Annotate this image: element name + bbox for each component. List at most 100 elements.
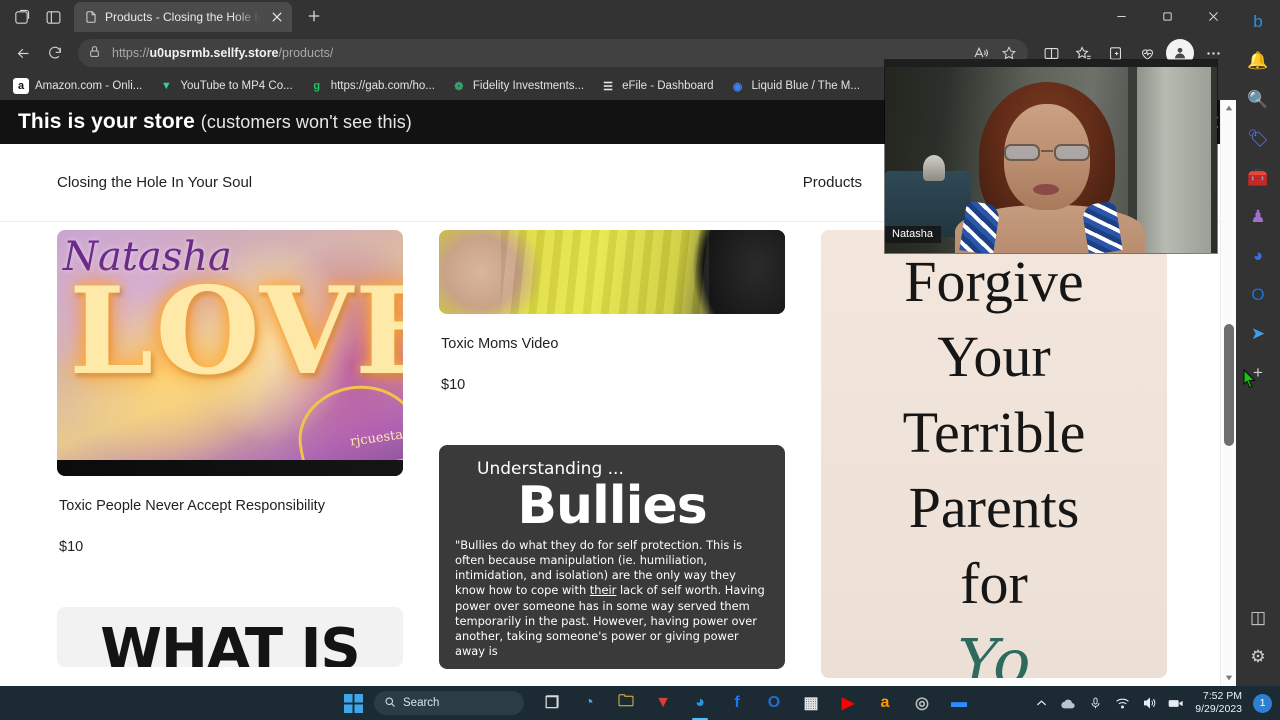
volume-icon[interactable] (1141, 695, 1157, 711)
notification-badge[interactable]: 1 (1253, 693, 1272, 713)
banner-message: This is your store (customers won't see … (18, 110, 412, 134)
edge-icon[interactable]: ◕ (686, 689, 714, 720)
tab-close-icon[interactable] (268, 8, 286, 26)
forgive-script-line: Yo (957, 624, 1031, 678)
product-title[interactable]: Toxic Moms Video (441, 336, 785, 352)
webcam-overlay[interactable]: Natasha (885, 60, 1217, 253)
microphone-icon[interactable] (1087, 695, 1103, 711)
office-icon[interactable]: ◕ (1242, 240, 1274, 272)
banner-bold-text: This is your store (18, 110, 195, 133)
product-card-image[interactable]: WHAT IS (57, 607, 403, 667)
bookmark-label: https://gab.com/ho... (330, 80, 435, 92)
reload-button[interactable] (40, 38, 70, 68)
back-button[interactable] (8, 38, 38, 68)
zoom-icon[interactable]: ▬ (945, 689, 973, 717)
settings-gear-icon[interactable]: ⚙ (1242, 641, 1274, 673)
close-window-button[interactable] (1190, 0, 1236, 32)
webcam-door (1135, 60, 1211, 253)
product-column-1: Natasha LOVE rjcuesta Toxic People Never… (57, 230, 403, 678)
artwork-bottom-bar (57, 460, 403, 476)
notifications-bell-icon[interactable]: 🔔 (1242, 45, 1274, 77)
document-icon: ☰ (603, 80, 614, 93)
bookmark-item[interactable]: ❁ Fidelity Investments... (444, 75, 591, 97)
search-icon[interactable]: 🔍 (1242, 84, 1274, 116)
bookmark-label: eFile - Dashboard (622, 80, 714, 92)
gab-icon: g (313, 80, 321, 92)
mouse-cursor (1243, 368, 1256, 389)
scroll-up-arrow[interactable] (1221, 100, 1236, 116)
bookmark-item[interactable]: ▼ YouTube to MP4 Co... (151, 75, 299, 97)
product-card-image[interactable]: Forgive Your Terrible Parents for Yo (821, 230, 1167, 678)
microsoft-store-icon[interactable]: ▦ (797, 689, 825, 717)
new-tab-button[interactable] (300, 2, 328, 30)
games-icon[interactable]: ♟ (1242, 201, 1274, 233)
product-grid: Natasha LOVE rjcuesta Toxic People Never… (0, 222, 1236, 678)
forgive-line: for (960, 550, 1028, 616)
webcam-participant-name: Natasha (885, 226, 941, 243)
forgive-line: Parents (908, 475, 1080, 541)
lock-icon (88, 45, 104, 61)
screen: Products - Closing the Hole In Yo (0, 0, 1280, 720)
product-card-image[interactable] (439, 230, 785, 314)
page-scrollbar[interactable] (1220, 100, 1236, 686)
start-button[interactable] (340, 690, 366, 716)
tools-icon[interactable]: 🧰 (1242, 162, 1274, 194)
scrollbar-thumb[interactable] (1224, 324, 1234, 446)
search-icon (384, 696, 396, 711)
outlook-icon[interactable]: O (1242, 279, 1274, 311)
task-view-icon[interactable]: ❐ (538, 689, 566, 717)
page-icon (84, 10, 98, 24)
file-explorer-icon[interactable]: 🗀 (612, 689, 640, 717)
whatis-poster-artwork: WHAT IS (57, 607, 403, 667)
fidelity-icon: ❁ (454, 80, 464, 93)
webcam-top-strip (885, 60, 1217, 67)
liquid-blue-icon: ◉ (732, 80, 743, 93)
minimize-button[interactable] (1098, 0, 1144, 32)
camera-icon[interactable]: ◎ (908, 689, 936, 717)
maximize-button[interactable] (1144, 0, 1190, 32)
bookmark-item[interactable]: ☰ eFile - Dashboard (593, 75, 720, 97)
tab-search-icon[interactable] (38, 3, 68, 31)
scroll-down-arrow[interactable] (1221, 670, 1236, 686)
bookmark-item[interactable]: g https://gab.com/ho... (302, 75, 442, 97)
amazon-icon[interactable]: a (871, 689, 899, 717)
bookmark-item[interactable]: ◉ Liquid Blue / The M... (723, 75, 867, 97)
camera-in-use-icon[interactable] (1168, 695, 1184, 711)
chevron-down-icon: ▼ (160, 80, 172, 92)
copilot-icon[interactable]: b (1242, 6, 1274, 38)
tray-chevron-icon[interactable] (1033, 695, 1049, 711)
webcam-person-mouth (1033, 184, 1059, 195)
browser-tab[interactable]: Products - Closing the Hole In Yo (74, 2, 292, 32)
bookmark-label: Fidelity Investments... (472, 80, 585, 92)
taskbar-search[interactable]: Search (374, 691, 524, 715)
youtube-icon[interactable]: ▶ (834, 689, 862, 717)
onedrive-icon[interactable] (1060, 695, 1076, 711)
outlook-icon[interactable]: O (760, 689, 788, 717)
glasses-icon (1003, 144, 1091, 161)
edge-sidebar-bottom: ◫ ⚙ (1236, 602, 1280, 680)
taskbar-clock[interactable]: 7:52 PM 9/29/2023 (1195, 690, 1242, 716)
product-card-image[interactable]: Understanding ... Bullies "Bullies do wh… (439, 445, 785, 669)
brave-icon[interactable]: ▼ (649, 689, 677, 717)
wifi-icon[interactable] (1114, 695, 1130, 711)
bookmark-item[interactable]: a Amazon.com - Onli... (6, 75, 149, 97)
clock-date: 9/29/2023 (1195, 703, 1242, 715)
sidebar-toggle-icon[interactable]: ◫ (1242, 602, 1274, 634)
store-name[interactable]: Closing the Hole In Your Soul (57, 174, 252, 191)
tab-strip: Products - Closing the Hole In Yo (0, 0, 1236, 34)
clock-time: 7:52 PM (1202, 689, 1242, 702)
product-title[interactable]: Toxic People Never Accept Responsibility (59, 498, 403, 514)
whatis-text: WHAT IS (100, 616, 360, 668)
facebook-icon[interactable]: f (723, 689, 751, 717)
taskbar-apps: Search ❐ ◔ 🗀 ▼ ◕ f O ▦ ▶ a ◎ ▬ (340, 689, 973, 720)
widgets-icon[interactable]: ◔ (575, 689, 603, 717)
product-column-2: Toxic Moms Video $10 Understanding ... B… (439, 230, 785, 678)
tab-actions-icon[interactable] (6, 3, 36, 31)
taskbar-search-label: Search (403, 697, 440, 709)
product-card-image[interactable]: Natasha LOVE rjcuesta (57, 230, 403, 476)
forgive-line: Terrible (902, 399, 1086, 465)
send-icon[interactable]: ➤ (1242, 318, 1274, 350)
shopping-tag-icon[interactable]: 🏷 (1242, 123, 1274, 155)
bullies-card-artwork: Understanding ... Bullies "Bullies do wh… (439, 445, 785, 669)
forgive-line: Forgive (904, 249, 1084, 314)
